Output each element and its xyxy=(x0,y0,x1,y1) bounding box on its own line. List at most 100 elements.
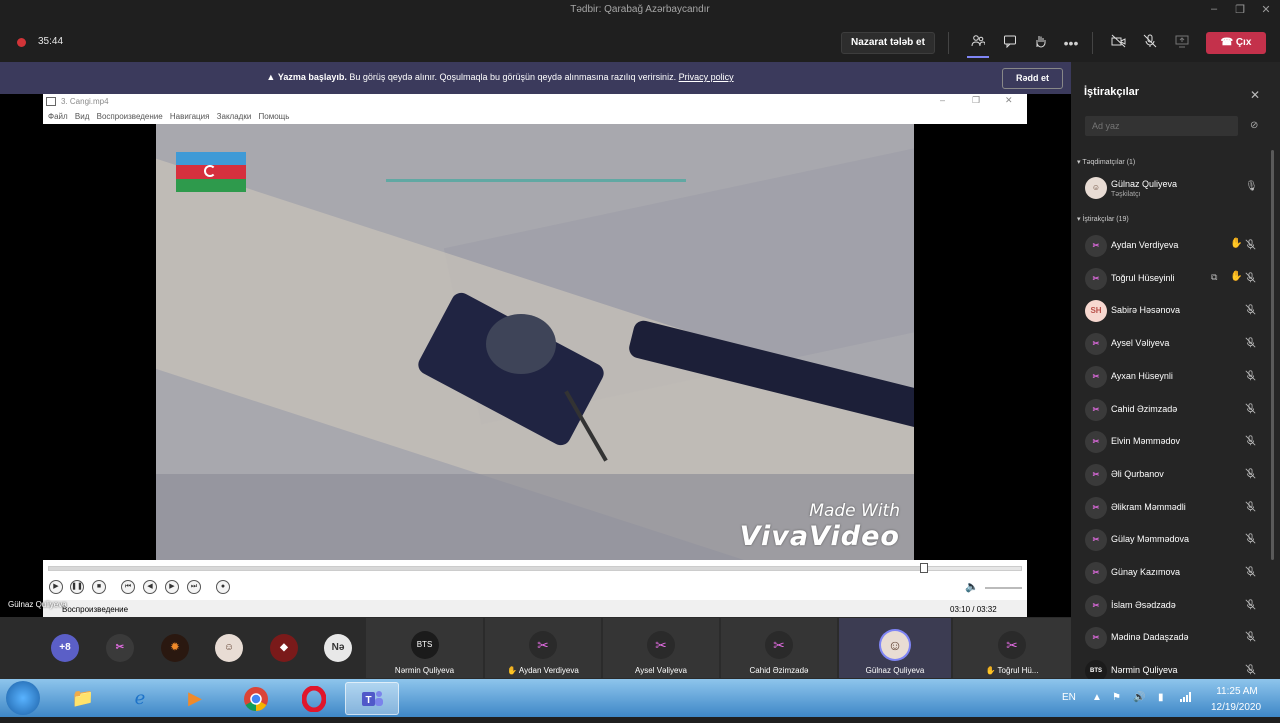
speaker-icon[interactable]: 🔊 xyxy=(1133,692,1145,703)
previous-icon[interactable]: ⏮ xyxy=(121,580,135,594)
language-indicator[interactable]: EN xyxy=(1062,692,1076,703)
show-participants-icon[interactable] xyxy=(969,34,987,52)
minimize-button[interactable]: – xyxy=(1206,3,1222,15)
participant-name: Ayxan Hüseynli xyxy=(1111,371,1173,381)
next-icon[interactable]: ⏭ xyxy=(187,580,201,594)
participant-row[interactable]: ✂ Günay Kazımova xyxy=(1071,557,1280,589)
screen-sharing-icon: ⧉ xyxy=(1211,272,1218,282)
participant-tile[interactable]: BTS Nərmin Quliyeva xyxy=(366,618,483,678)
leave-label: Çıx xyxy=(1235,37,1252,48)
participant-avatar: ✂ xyxy=(1085,627,1107,649)
participant-avatar[interactable]: ◆ xyxy=(270,634,298,662)
participant-row[interactable]: ✂ Mədinə Dadaşzadə xyxy=(1071,622,1280,654)
participant-row[interactable]: ✂ Əli Qurbanov xyxy=(1071,459,1280,491)
warning-icon: ▲ xyxy=(266,72,276,82)
participant-row-organizer[interactable]: ☺ Gülnaz Quliyeva Təşkilatçı 🎙 xyxy=(1071,172,1280,204)
internet-explorer-icon[interactable]: ℯ xyxy=(113,682,167,715)
player-close-icon[interactable]: ✕ xyxy=(1005,95,1013,106)
file-explorer-icon[interactable]: 📁 xyxy=(56,682,110,715)
camera-off-icon[interactable] xyxy=(1110,34,1128,52)
presenter-name-label: Gülnaz Quliyeva xyxy=(8,600,67,609)
participant-tile[interactable]: ✂ ✋ Toğrul Hü... xyxy=(953,618,1071,678)
mic-off-icon[interactable] xyxy=(1141,34,1159,52)
participant-avatar: ✂ xyxy=(1085,529,1107,551)
menu-playback[interactable]: Воспроизведение xyxy=(97,112,163,121)
action-center-icon[interactable]: ⚑ xyxy=(1112,692,1121,703)
more-actions-icon[interactable]: ••• xyxy=(1062,34,1080,52)
teams-icon[interactable]: T xyxy=(345,682,399,715)
maximize-button[interactable]: ❐ xyxy=(1232,3,1248,16)
player-minimize-icon[interactable]: – xyxy=(940,95,945,105)
mic-on-icon: 🎙 xyxy=(1245,181,1258,192)
player-app-icon xyxy=(46,97,56,106)
play-icon[interactable]: ▶ xyxy=(49,580,63,594)
toolbar-divider xyxy=(1092,32,1093,54)
participant-tile-speaking[interactable]: ☺ Gülnaz Quliyeva xyxy=(839,618,951,678)
seek-handle[interactable] xyxy=(920,563,928,573)
participant-avatar[interactable]: ✹ xyxy=(161,634,189,662)
network-signal-icon[interactable] xyxy=(1180,692,1194,705)
privacy-policy-link[interactable]: Privacy policy xyxy=(679,72,734,82)
participant-row[interactable]: ✂ Cahid Əzimzadə xyxy=(1071,394,1280,426)
more-participants-badge[interactable]: +8 xyxy=(51,634,79,662)
dismiss-banner-button[interactable]: Rədd et xyxy=(1002,68,1063,89)
participant-row[interactable]: ✂ Elvin Məmmədov xyxy=(1071,426,1280,458)
opera-icon[interactable] xyxy=(287,682,341,715)
start-button[interactable] xyxy=(6,681,40,715)
media-player-icon[interactable]: ▶ xyxy=(168,682,222,715)
participant-row[interactable]: ✂ Gülay Məmmədova xyxy=(1071,524,1280,556)
volume-slider[interactable] xyxy=(985,587,1022,589)
share-screen-icon[interactable] xyxy=(1173,34,1191,52)
battery-icon[interactable]: ▮ xyxy=(1158,692,1164,703)
panel-scrollbar[interactable] xyxy=(1271,150,1274,560)
participant-avatar[interactable]: ✂ xyxy=(106,634,134,662)
menu-file[interactable]: Файл xyxy=(48,112,68,121)
request-control-button[interactable]: Nazarat tələb et xyxy=(841,32,935,54)
participant-row[interactable]: ✂ Aysel Vəliyeva xyxy=(1071,328,1280,360)
player-file-title: 3. Cangi.mp4 xyxy=(61,97,109,106)
menu-help[interactable]: Помощь xyxy=(259,112,290,121)
menu-bookmarks[interactable]: Закладки xyxy=(217,112,252,121)
hang-up-icon: ☎ xyxy=(1220,37,1236,48)
participant-name: Əli Qurbanov xyxy=(1111,469,1164,479)
pause-icon[interactable]: ❚❚ xyxy=(70,580,84,594)
participant-row[interactable]: ✂ Ayxan Hüseynli xyxy=(1071,361,1280,393)
menu-view[interactable]: Вид xyxy=(75,112,89,121)
chat-icon[interactable] xyxy=(1001,34,1019,52)
clock-time[interactable]: 11:25 AM xyxy=(1210,686,1264,697)
participant-tile[interactable]: ✂ Aysel Vəliyeva xyxy=(603,618,719,678)
mic-muted-icon xyxy=(1245,370,1256,384)
attendees-section-header[interactable]: ▾ İştirakçılar (19) xyxy=(1077,215,1129,223)
participant-avatar[interactable]: ☺ xyxy=(215,634,243,662)
frame-step-icon[interactable]: ● xyxy=(216,580,230,594)
participant-tile[interactable]: ✂ ✋ Aydan Verdiyeva xyxy=(485,618,601,678)
invite-search-input[interactable] xyxy=(1085,116,1238,136)
participant-row[interactable]: ✂ İslam Əsədzadə xyxy=(1071,590,1280,622)
presenters-section-header[interactable]: ▾ Təqdimatçılar (1) xyxy=(1077,158,1135,166)
recording-banner: ▲ Yazma başlayıb. Bu görüş qeydə alınır.… xyxy=(0,62,1071,94)
stop-icon[interactable]: ■ xyxy=(92,580,106,594)
clock-date[interactable]: 12/19/2020 xyxy=(1206,702,1266,713)
volume-icon[interactable]: 🔈 xyxy=(965,580,979,593)
leave-meeting-button[interactable]: ☎ Çıx xyxy=(1206,32,1266,54)
participant-avatar: ✂ xyxy=(765,631,793,659)
participant-tile[interactable]: ✂ Cahid Əzimzadə xyxy=(721,618,837,678)
player-title-bar: 3. Cangi.mp4 – ❐ ✕ xyxy=(43,94,1027,109)
forward-icon[interactable]: ▶ xyxy=(165,580,179,594)
chrome-icon[interactable] xyxy=(229,682,283,715)
participant-row[interactable]: SH Sabirə Həsənova xyxy=(1071,295,1280,327)
menu-navigation[interactable]: Навигация xyxy=(170,112,210,121)
video-hud-line xyxy=(386,179,686,182)
participant-avatar[interactable]: Nə xyxy=(324,634,352,662)
close-panel-icon[interactable]: ✕ xyxy=(1250,88,1260,102)
participant-row[interactable]: ✂ Aydan Verdiyeva ✋ xyxy=(1071,230,1280,262)
raise-hand-icon[interactable] xyxy=(1031,34,1049,52)
show-hidden-icons[interactable]: ▲ xyxy=(1092,692,1102,703)
player-maximize-icon[interactable]: ❐ xyxy=(972,95,980,106)
participant-row[interactable]: ✂ Əlikram Məmmədli xyxy=(1071,492,1280,524)
participant-row[interactable]: ✂ Toğrul Hüseyinli ⧉ ✋ xyxy=(1071,263,1280,295)
rewind-icon[interactable]: ◀ xyxy=(143,580,157,594)
close-window-button[interactable]: ✕ xyxy=(1258,3,1274,16)
participant-avatar: ✂ xyxy=(1085,562,1107,584)
share-invite-icon[interactable]: ⊘ xyxy=(1250,120,1258,131)
